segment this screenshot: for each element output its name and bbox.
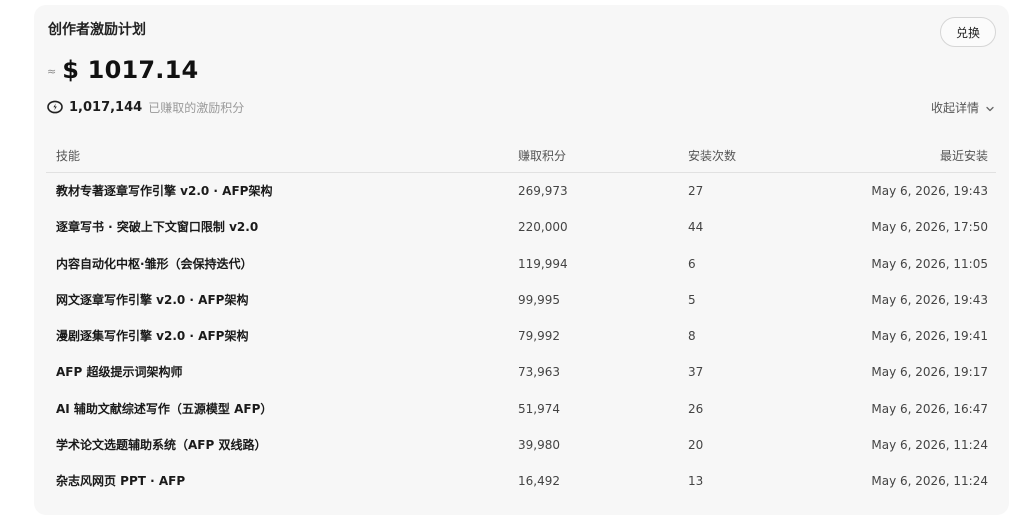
skill-name: AI 辅助文献综述写作（五源模型 AFP） — [56, 401, 273, 416]
points-label: 已赚取的激励积分 — [148, 100, 245, 115]
creator-incentive-card: 创作者激励计划 兑换 ≈ $ 1017.14 1,017,144 已赚取的激励积… — [34, 5, 1009, 515]
skill-name: 网文逐章写作引擎 v2.0 · AFP架构 — [56, 292, 249, 307]
skill-points: 220,000 — [518, 220, 568, 235]
skill-points: 79,992 — [518, 329, 560, 344]
chevron-down-icon — [985, 103, 995, 113]
skill-last-install: May 6, 2026, 16:47 — [871, 401, 988, 416]
table-header: 技能 赚取积分 安装次数 最近安装 — [46, 140, 996, 173]
skill-installs: 26 — [688, 401, 704, 416]
skill-name: 教材专著逐章写作引擎 v2.0 · AFP架构 — [56, 184, 273, 198]
skill-last-install: May 6, 2026, 19:43 — [871, 184, 988, 198]
table-row: 学术论文选题辅助系统（AFP 双线路） 39,980 20 May 6, 202… — [46, 427, 996, 463]
skill-installs: 6 — [688, 256, 696, 271]
header-skill: 技能 — [56, 149, 81, 163]
skill-last-install: May 6, 2026, 11:05 — [871, 256, 988, 271]
header-last-install: 最近安装 — [939, 149, 988, 163]
skill-name: 杂志风网页 PPT · AFP — [56, 474, 186, 489]
skill-name: 学术论文选题辅助系统（AFP 双线路） — [56, 438, 267, 453]
skill-last-install: May 6, 2026, 11:24 — [871, 474, 988, 489]
skill-points: 73,963 — [518, 365, 560, 380]
skill-points: 119,994 — [518, 256, 568, 271]
table-row: 教材专著逐章写作引擎 v2.0 · AFP架构 269,973 27 May 6… — [46, 173, 996, 209]
skill-name: 内容自动化中枢·雏形（会保持迭代） — [56, 256, 253, 271]
table-row: 内容自动化中枢·雏形（会保持迭代） 119,994 6 May 6, 2026,… — [46, 246, 996, 282]
skill-points: 16,492 — [518, 474, 560, 489]
points-row: 1,017,144 已赚取的激励积分 — [47, 98, 244, 116]
skill-last-install: May 6, 2026, 19:17 — [871, 365, 988, 380]
skill-last-install: May 6, 2026, 19:41 — [871, 329, 988, 344]
skill-installs: 37 — [688, 365, 704, 380]
skill-last-install: May 6, 2026, 19:43 — [871, 292, 988, 307]
skill-installs: 27 — [688, 184, 704, 198]
approx-symbol: ≈ — [47, 65, 57, 78]
skill-last-install: May 6, 2026, 11:24 — [871, 438, 988, 453]
skill-name: 逐章写书 · 突破上下文窗口限制 v2.0 — [56, 220, 259, 235]
skill-name: 漫剧逐集写作引擎 v2.0 · AFP架构 — [56, 329, 249, 344]
table-row: 杂志风网页 PPT · AFP 16,492 13 May 6, 2026, 1… — [46, 463, 996, 499]
table-row: 逐章写书 · 突破上下文窗口限制 v2.0 220,000 44 May 6, … — [46, 209, 996, 245]
amount-row: ≈ $ 1017.14 — [47, 56, 198, 84]
earned-amount: $ 1017.14 — [62, 56, 199, 84]
skill-points: 39,980 — [518, 438, 560, 453]
table-row: AI 辅助文献综述写作（五源模型 AFP） 51,974 26 May 6, 2… — [46, 391, 996, 427]
skill-points: 99,995 — [518, 292, 560, 307]
skill-last-install: May 6, 2026, 17:50 — [871, 220, 988, 235]
skill-installs: 5 — [688, 292, 696, 307]
table-row: 漫剧逐集写作引擎 v2.0 · AFP架构 79,992 8 May 6, 20… — [46, 318, 996, 354]
table-row: AFP 超级提示词架构师 73,963 37 May 6, 2026, 19:1… — [46, 354, 996, 390]
header-installs: 安装次数 — [688, 149, 737, 163]
skills-table: 技能 赚取积分 安装次数 最近安装 教材专著逐章写作引擎 v2.0 · AFP架… — [46, 140, 996, 500]
skill-name: AFP 超级提示词架构师 — [56, 365, 183, 380]
header-points: 赚取积分 — [518, 149, 567, 163]
skill-installs: 13 — [688, 474, 704, 489]
skill-installs: 44 — [688, 220, 704, 235]
points-value: 1,017,144 — [69, 99, 143, 115]
coin-icon — [47, 99, 63, 115]
collapse-details-toggle[interactable]: 收起详情 — [931, 99, 995, 116]
skill-points: 269,973 — [518, 184, 568, 198]
redeem-button[interactable]: 兑换 — [940, 17, 996, 47]
collapse-label: 收起详情 — [930, 101, 979, 115]
skill-points: 51,974 — [518, 401, 560, 416]
skill-installs: 20 — [688, 438, 704, 453]
table-row: 网文逐章写作引擎 v2.0 · AFP架构 99,995 5 May 6, 20… — [46, 282, 996, 318]
card-title: 创作者激励计划 — [48, 22, 146, 38]
skill-installs: 8 — [688, 329, 696, 344]
